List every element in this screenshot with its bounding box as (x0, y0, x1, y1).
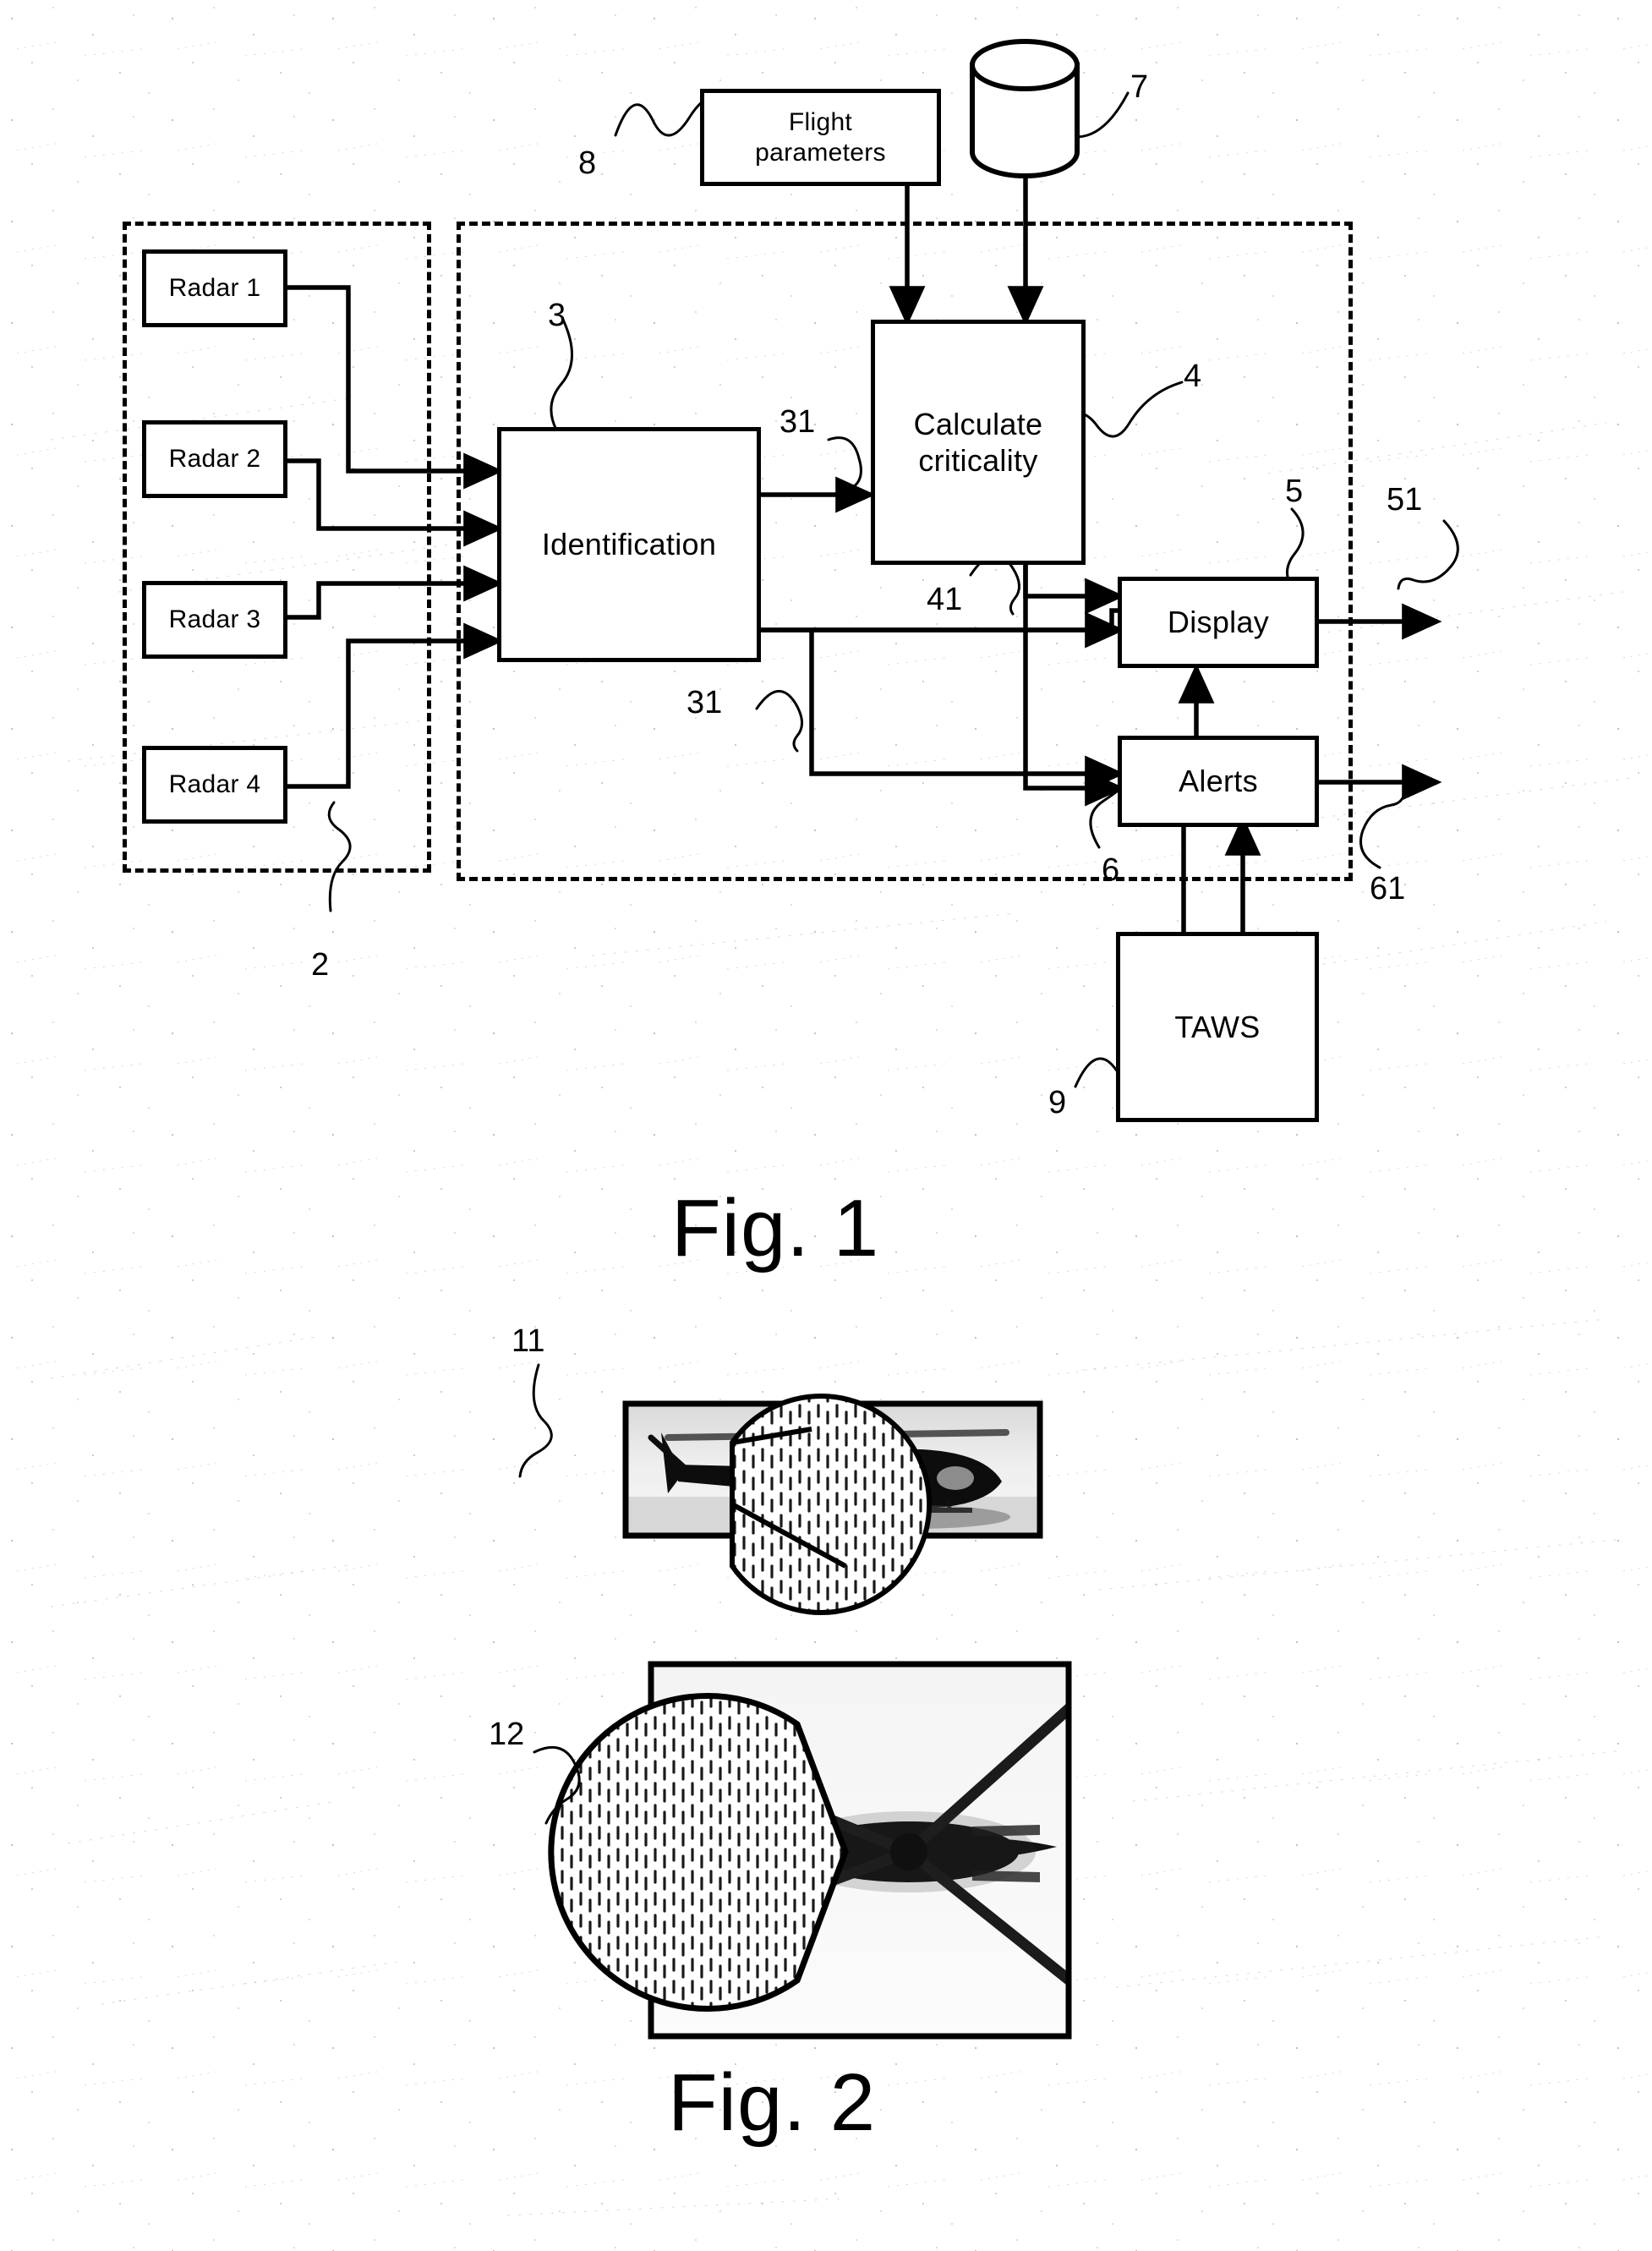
fig2-leader-lines (518, 1363, 581, 1825)
ref-12: 12 (489, 1717, 525, 1752)
patent-figure-sheet: Flight parameters Radar 1 Radar 2 Radar … (0, 0, 1652, 2251)
ref-11: 11 (511, 1323, 545, 1359)
fig2-caption: Fig. 2 (668, 2057, 877, 2148)
